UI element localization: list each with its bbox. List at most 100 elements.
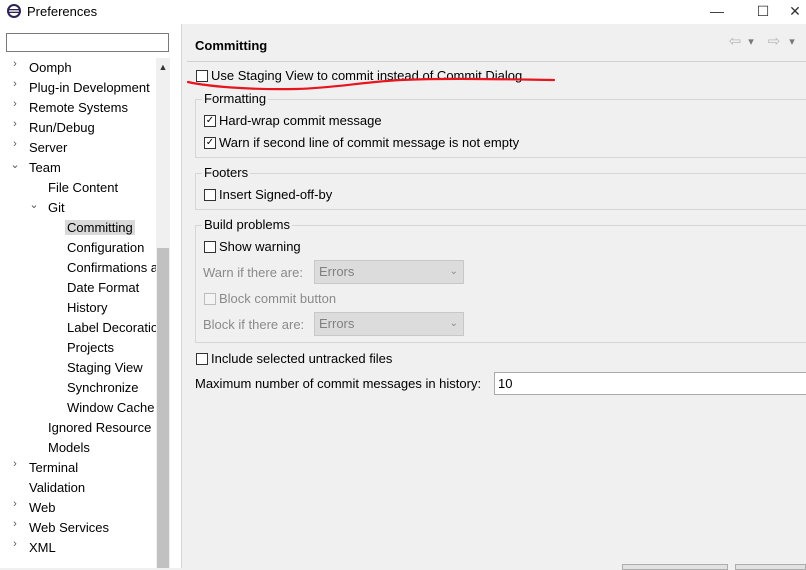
signed-off-label: Insert Signed-off-by — [219, 187, 333, 202]
tree-item[interactable]: XML — [29, 538, 56, 558]
tree-item-label: Label Decoratio — [67, 320, 156, 335]
tree-item[interactable]: Validation — [29, 478, 85, 498]
footers-group-title: Footers — [202, 165, 251, 180]
hard-wrap-label: Hard-wrap commit message — [219, 113, 382, 128]
block-if-label: Block if there are: — [203, 317, 305, 332]
tree-item-label: Committing — [65, 220, 135, 235]
tree-item[interactable]: History — [67, 298, 107, 318]
chevron-down-icon[interactable]: ⌄ — [29, 198, 39, 218]
tree-item-label: Run/Debug — [29, 120, 95, 135]
chevron-right-icon[interactable]: › — [10, 518, 20, 538]
close-button[interactable]: ✕ — [784, 0, 806, 24]
maximize-button[interactable]: ☐ — [740, 0, 786, 24]
max-messages-label: Maximum number of commit messages in his… — [195, 376, 482, 391]
tree-item[interactable]: Committing — [65, 218, 135, 238]
include-untracked-label: Include selected untracked files — [211, 351, 393, 366]
signed-off-checkbox[interactable] — [204, 189, 216, 201]
tree-item-label: History — [67, 300, 108, 315]
warn-if-select[interactable]: Errors ⌄ — [314, 260, 464, 284]
tree-item[interactable]: Models — [48, 438, 90, 458]
chevron-right-icon[interactable]: › — [10, 138, 20, 158]
title-bar: Preferences — ☐ ✕ — [0, 0, 806, 24]
tree-item[interactable]: Web — [29, 498, 56, 518]
tree-item-label: Terminal — [29, 460, 79, 475]
block-commit-checkbox[interactable] — [204, 293, 216, 305]
tree-item-label: Date Format — [67, 280, 140, 295]
eclipse-icon — [7, 4, 21, 18]
scroll-thumb[interactable] — [157, 248, 169, 568]
chevron-right-icon[interactable]: › — [10, 538, 20, 558]
tree-item[interactable]: Label Decoratio — [67, 318, 156, 338]
tree-item[interactable]: Git — [48, 198, 65, 218]
window-title: Preferences — [27, 4, 98, 19]
formatting-group-title: Formatting — [202, 91, 269, 106]
tree-item[interactable]: Plug-in Development — [29, 78, 150, 98]
tree-item-label: Models — [48, 440, 90, 455]
tree-item-label: File Content — [48, 180, 119, 195]
preferences-tree: › Oomph › Plug-in Development › Remote System… — [0, 58, 156, 568]
tree-item[interactable]: Staging View — [67, 358, 143, 378]
scroll-up-icon[interactable]: ▲ — [156, 58, 170, 76]
chevron-right-icon[interactable]: › — [10, 58, 20, 78]
tree-item[interactable]: Oomph — [29, 58, 72, 78]
chevron-right-icon[interactable]: › — [10, 498, 20, 518]
restore-defaults-button[interactable] — [622, 564, 728, 570]
tree-item-label: Confirmations a — [67, 260, 156, 275]
tree-item[interactable]: Synchronize — [67, 378, 139, 398]
hard-wrap-checkbox[interactable]: ✓ — [204, 115, 216, 127]
tree-item[interactable]: Configuration — [67, 238, 144, 258]
back-arrow-icon[interactable]: ⇦ — [727, 34, 743, 50]
max-messages-input[interactable]: 10 — [494, 372, 806, 395]
warn-if-label: Warn if there are: — [203, 265, 303, 280]
warn-if-value: Errors — [319, 264, 355, 279]
tree-item-label: Window Cache — [67, 400, 155, 415]
tree-item-label: Synchronize — [67, 380, 139, 395]
build-problems-group-title: Build problems — [202, 217, 292, 232]
apply-button[interactable] — [735, 564, 806, 570]
tree-item[interactable]: Projects — [67, 338, 114, 358]
tree-item[interactable]: Team — [29, 158, 61, 178]
tree-item-label: Web Services — [29, 520, 109, 535]
tree-item-label: Team — [29, 160, 61, 175]
forward-menu-icon[interactable]: ▾ — [786, 34, 798, 50]
title-separator — [187, 61, 806, 62]
chevron-down-icon: ⌄ — [449, 266, 458, 277]
tree-item[interactable]: File Content — [48, 178, 118, 198]
tree-item[interactable]: Server — [29, 138, 67, 158]
tree-item-label: Validation — [29, 480, 86, 495]
red-underline-annotation — [186, 77, 556, 91]
page-title: Committing — [195, 38, 268, 53]
back-menu-icon[interactable]: ▾ — [745, 34, 757, 50]
tree-item[interactable]: Ignored Resource — [48, 418, 151, 438]
tree-item[interactable]: Date Format — [67, 278, 139, 298]
tree-item[interactable]: Terminal — [29, 458, 78, 478]
filter-input[interactable] — [6, 33, 169, 52]
minimize-button[interactable]: — — [694, 0, 740, 24]
block-if-select[interactable]: Errors ⌄ — [314, 312, 464, 336]
tree-item[interactable]: Remote Systems — [29, 98, 128, 118]
tree-item[interactable]: Run/Debug — [29, 118, 95, 138]
tree-item-label: Plug-in Development — [29, 80, 150, 95]
pane-divider[interactable] — [181, 24, 182, 568]
block-if-value: Errors — [319, 316, 355, 331]
chevron-right-icon[interactable]: › — [10, 458, 20, 478]
forward-arrow-icon[interactable]: ⇨ — [766, 34, 782, 50]
include-untracked-checkbox[interactable] — [196, 353, 208, 365]
tree-item-label: Ignored Resource — [48, 420, 152, 435]
chevron-right-icon[interactable]: › — [10, 118, 20, 138]
tree-item-label: Configuration — [67, 240, 145, 255]
chevron-right-icon[interactable]: › — [10, 78, 20, 98]
tree-item[interactable]: Web Services — [29, 518, 109, 538]
tree-item[interactable]: Confirmations a — [67, 258, 156, 278]
chevron-right-icon[interactable]: › — [10, 98, 20, 118]
show-warning-label: Show warning — [219, 239, 301, 254]
warn-second-line-label: Warn if second line of commit message is… — [219, 135, 520, 150]
show-warning-checkbox[interactable] — [204, 241, 216, 253]
tree-item[interactable]: Window Cache — [67, 398, 154, 418]
block-commit-label: Block commit button — [219, 291, 337, 306]
chevron-down-icon: ⌄ — [449, 318, 458, 329]
chevron-down-icon[interactable]: ⌄ — [10, 158, 20, 178]
tree-item-label: Web — [29, 500, 56, 515]
tree-item-label: XML — [29, 540, 56, 555]
warn-second-line-checkbox[interactable]: ✓ — [204, 137, 216, 149]
